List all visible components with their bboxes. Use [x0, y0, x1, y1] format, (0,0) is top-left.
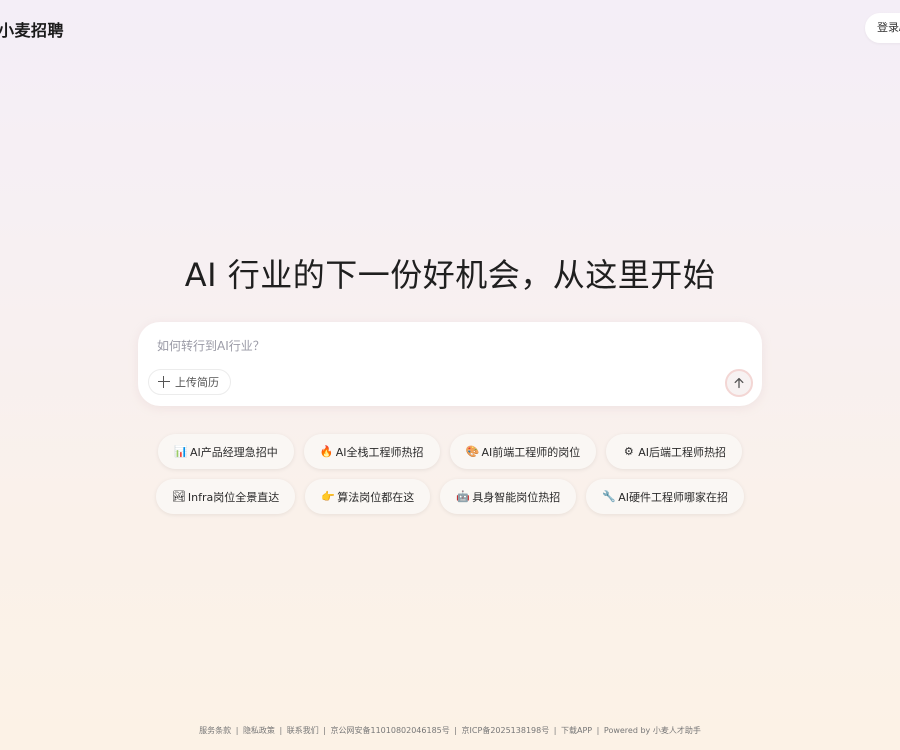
suggestion-chip[interactable]: ⚙ AI后端工程师热招 [606, 434, 743, 469]
landscape-icon: 🏞 [171, 490, 186, 503]
suggestion-chip-label: Infra岗位全景直达 [187, 490, 280, 504]
login-button[interactable]: 登录/ [865, 13, 900, 43]
suggestion-chip[interactable]: 🔥 AI全栈工程师热招 [303, 434, 440, 469]
suggestion-chip-label: AI后端工程师热招 [638, 445, 727, 459]
footer-police-record[interactable]: 京公网安备11010802046185号 [331, 726, 450, 735]
search-box: 上传简历 [138, 322, 762, 406]
gear-icon: ⚙ [623, 445, 634, 458]
send-button[interactable] [725, 369, 753, 397]
site-logo[interactable]: 小麦招聘 [0, 17, 64, 41]
suggestion-chip-label: 具身智能岗位热招 [472, 490, 561, 504]
suggestion-chip-label: 算法岗位都在这 [337, 490, 415, 504]
upload-resume-label: 上传简历 [175, 376, 219, 389]
footer: 服务条款 | 隐私政策 | 联系我们 | 京公网安备11010802046185… [199, 726, 701, 735]
page-title: AI 行业的下一份好机会，从这里开始 [184, 256, 716, 294]
footer-link-privacy[interactable]: 隐私政策 [243, 726, 275, 735]
suggestion-row-2: 🏞 Infra岗位全景直达 👉 算法岗位都在这 🤖 具身智能岗位热招 🔧 AI硬… [0, 479, 900, 514]
suggestion-chip[interactable]: 🔧 AI硬件工程师哪家在招 [586, 479, 745, 514]
upload-resume-button[interactable]: 上传简历 [148, 369, 231, 395]
footer-powered-by: Powered by 小麦人才助手 [603, 726, 701, 735]
fire-icon: 🔥 [319, 445, 334, 458]
robot-icon: 🤖 [456, 490, 470, 503]
wrench-icon: 🔧 [602, 490, 616, 503]
bar-chart-icon: 📊 [173, 445, 188, 458]
footer-link-contact[interactable]: 联系我们 [287, 726, 319, 735]
search-input[interactable] [155, 334, 719, 358]
suggestion-chip[interactable]: 🎨 AI前端工程师的岗位 [449, 434, 597, 469]
suggestion-row-1: 📊 AI产品经理急招中 🔥 AI全栈工程师热招 🎨 AI前端工程师的岗位 ⚙ A… [0, 434, 900, 469]
suggestion-chip[interactable]: 🤖 具身智能岗位热招 [440, 479, 577, 514]
suggestion-chip[interactable]: 👉 算法岗位都在这 [305, 479, 431, 514]
footer-icp-record[interactable]: 京ICP备2025138198号 [462, 726, 550, 735]
suggestion-chip-label: AI硬件工程师哪家在招 [618, 490, 729, 504]
footer-link-terms[interactable]: 服务条款 [199, 726, 231, 735]
suggestion-chip-label: AI产品经理急招中 [189, 445, 278, 459]
suggestion-chip-label: AI全栈工程师热招 [335, 445, 424, 459]
footer-link-download-app[interactable]: 下载APP [561, 726, 592, 735]
arrow-up-icon [734, 377, 744, 389]
plus-icon [158, 376, 170, 388]
pointing-hand-icon: 👉 [321, 490, 335, 503]
suggestion-chip[interactable]: 📊 AI产品经理急招中 [157, 434, 294, 469]
suggestion-chip[interactable]: 🏞 Infra岗位全景直达 [155, 479, 296, 514]
suggestion-chip-label: AI前端工程师的岗位 [481, 445, 581, 459]
palette-icon: 🎨 [465, 445, 480, 458]
